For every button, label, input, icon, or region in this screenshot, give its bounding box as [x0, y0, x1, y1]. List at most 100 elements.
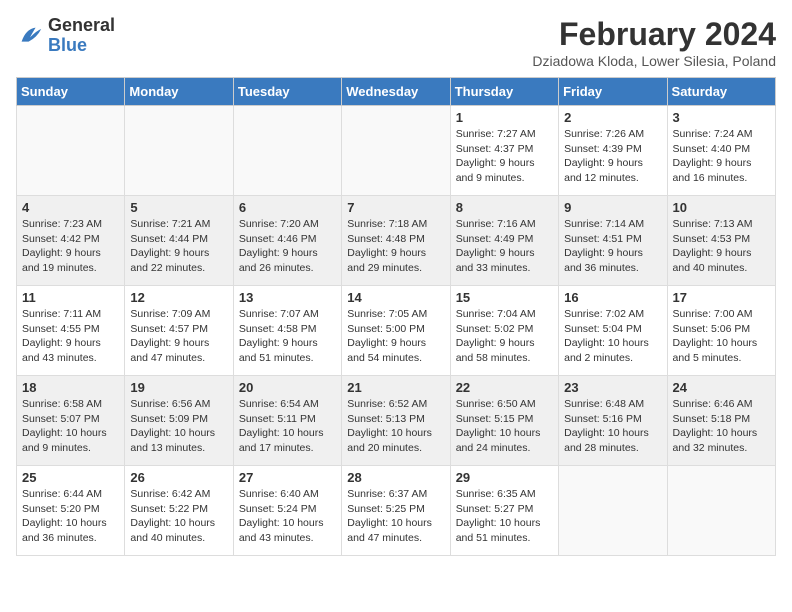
calendar-cell: 21 Sunrise: 6:52 AM Sunset: 5:13 PM Dayli… — [342, 376, 450, 466]
day-number: 24 — [673, 380, 770, 395]
day-number: 13 — [239, 290, 336, 305]
day-number: 8 — [456, 200, 553, 215]
day-number: 20 — [239, 380, 336, 395]
day-info: Sunrise: 6:52 AM Sunset: 5:13 PM Dayligh… — [347, 397, 444, 456]
logo-text: General Blue — [48, 16, 115, 56]
calendar-cell: 6 Sunrise: 7:20 AM Sunset: 4:46 PM Daylig… — [233, 196, 341, 286]
calendar-week-row: 25 Sunrise: 6:44 AM Sunset: 5:20 PM Dayli… — [17, 466, 776, 556]
weekday-header-wednesday: Wednesday — [342, 78, 450, 106]
day-info: Sunrise: 7:05 AM Sunset: 5:00 PM Dayligh… — [347, 307, 444, 366]
calendar-cell: 10Sunrise: 7:13 AM Sunset: 4:53 PM Dayli… — [667, 196, 775, 286]
page-header: General Blue February 2024 Dziadowa Klod… — [16, 16, 776, 69]
day-number: 26 — [130, 470, 227, 485]
day-info: Sunrise: 7:07 AM Sunset: 4:58 PM Dayligh… — [239, 307, 336, 366]
day-number: 1 — [456, 110, 553, 125]
calendar-cell: 22 Sunrise: 6:50 AM Sunset: 5:15 PM Dayli… — [450, 376, 558, 466]
weekday-header-tuesday: Tuesday — [233, 78, 341, 106]
calendar-week-row: 11Sunrise: 7:11 AM Sunset: 4:55 PM Dayli… — [17, 286, 776, 376]
month-year-title: February 2024 — [532, 16, 776, 53]
day-number: 27 — [239, 470, 336, 485]
day-number: 4 — [22, 200, 119, 215]
calendar-cell: 19 Sunrise: 6:56 AM Sunset: 5:09 PM Dayli… — [125, 376, 233, 466]
calendar-cell: 2 Sunrise: 7:26 AM Sunset: 4:39 PM Daylig… — [559, 106, 667, 196]
day-number: 10 — [673, 200, 770, 215]
day-info: Sunrise: 7:20 AM Sunset: 4:46 PM Dayligh… — [239, 217, 336, 276]
calendar-cell — [17, 106, 125, 196]
calendar-cell: 29 Sunrise: 6:35 AM Sunset: 5:27 PM Dayli… — [450, 466, 558, 556]
weekday-header-thursday: Thursday — [450, 78, 558, 106]
calendar-cell: 28Sunrise: 6:37 AM Sunset: 5:25 PM Dayli… — [342, 466, 450, 556]
calendar-cell: 18 Sunrise: 6:58 AM Sunset: 5:07 PM Dayli… — [17, 376, 125, 466]
weekday-header-saturday: Saturday — [667, 78, 775, 106]
day-number: 11 — [22, 290, 119, 305]
calendar-cell: 5 Sunrise: 7:21 AM Sunset: 4:44 PM Daylig… — [125, 196, 233, 286]
calendar-week-row: 18 Sunrise: 6:58 AM Sunset: 5:07 PM Dayli… — [17, 376, 776, 466]
calendar-cell — [342, 106, 450, 196]
day-number: 5 — [130, 200, 227, 215]
day-info: Sunrise: 7:26 AM Sunset: 4:39 PM Dayligh… — [564, 127, 661, 186]
day-number: 16 — [564, 290, 661, 305]
calendar-cell: 26Sunrise: 6:42 AM Sunset: 5:22 PM Dayli… — [125, 466, 233, 556]
calendar-cell: 3Sunrise: 7:24 AM Sunset: 4:40 PM Daylig… — [667, 106, 775, 196]
day-info: Sunrise: 7:00 AM Sunset: 5:06 PM Dayligh… — [673, 307, 770, 366]
day-info: Sunrise: 7:23 AM Sunset: 4:42 PM Dayligh… — [22, 217, 119, 276]
day-number: 25 — [22, 470, 119, 485]
calendar-cell: 8 Sunrise: 7:16 AM Sunset: 4:49 PM Daylig… — [450, 196, 558, 286]
day-number: 17 — [673, 290, 770, 305]
day-number: 3 — [673, 110, 770, 125]
day-info: Sunrise: 6:40 AM Sunset: 5:24 PM Dayligh… — [239, 487, 336, 546]
day-number: 22 — [456, 380, 553, 395]
day-info: Sunrise: 6:56 AM Sunset: 5:09 PM Dayligh… — [130, 397, 227, 456]
calendar-cell: 16 Sunrise: 7:02 AM Sunset: 5:04 PM Dayli… — [559, 286, 667, 376]
weekday-header-friday: Friday — [559, 78, 667, 106]
day-info: Sunrise: 6:44 AM Sunset: 5:20 PM Dayligh… — [22, 487, 119, 546]
day-info: Sunrise: 6:54 AM Sunset: 5:11 PM Dayligh… — [239, 397, 336, 456]
day-info: Sunrise: 6:35 AM Sunset: 5:27 PM Dayligh… — [456, 487, 553, 546]
day-info: Sunrise: 7:21 AM Sunset: 4:44 PM Dayligh… — [130, 217, 227, 276]
day-info: Sunrise: 7:04 AM Sunset: 5:02 PM Dayligh… — [456, 307, 553, 366]
day-info: Sunrise: 6:46 AM Sunset: 5:18 PM Dayligh… — [673, 397, 770, 456]
day-info: Sunrise: 7:02 AM Sunset: 5:04 PM Dayligh… — [564, 307, 661, 366]
day-number: 12 — [130, 290, 227, 305]
day-number: 23 — [564, 380, 661, 395]
calendar-table: SundayMondayTuesdayWednesdayThursdayFrid… — [16, 77, 776, 556]
day-info: Sunrise: 6:37 AM Sunset: 5:25 PM Dayligh… — [347, 487, 444, 546]
day-info: Sunrise: 7:16 AM Sunset: 4:49 PM Dayligh… — [456, 217, 553, 276]
day-info: Sunrise: 6:50 AM Sunset: 5:15 PM Dayligh… — [456, 397, 553, 456]
day-info: Sunrise: 6:48 AM Sunset: 5:16 PM Dayligh… — [564, 397, 661, 456]
calendar-cell: 9 Sunrise: 7:14 AM Sunset: 4:51 PM Daylig… — [559, 196, 667, 286]
calendar-cell: 12Sunrise: 7:09 AM Sunset: 4:57 PM Dayli… — [125, 286, 233, 376]
calendar-cell: 1 Sunrise: 7:27 AM Sunset: 4:37 PM Daylig… — [450, 106, 558, 196]
calendar-cell: 20 Sunrise: 6:54 AM Sunset: 5:11 PM Dayli… — [233, 376, 341, 466]
calendar-week-row: 1 Sunrise: 7:27 AM Sunset: 4:37 PM Daylig… — [17, 106, 776, 196]
calendar-cell: 24 Sunrise: 6:46 AM Sunset: 5:18 PM Dayli… — [667, 376, 775, 466]
calendar-cell: 13 Sunrise: 7:07 AM Sunset: 4:58 PM Dayli… — [233, 286, 341, 376]
day-info: Sunrise: 7:14 AM Sunset: 4:51 PM Dayligh… — [564, 217, 661, 276]
title-area: February 2024 Dziadowa Kloda, Lower Sile… — [532, 16, 776, 69]
calendar-cell — [233, 106, 341, 196]
calendar-cell: 11Sunrise: 7:11 AM Sunset: 4:55 PM Dayli… — [17, 286, 125, 376]
day-info: Sunrise: 7:27 AM Sunset: 4:37 PM Dayligh… — [456, 127, 553, 186]
calendar-cell — [667, 466, 775, 556]
day-number: 2 — [564, 110, 661, 125]
day-number: 21 — [347, 380, 444, 395]
day-number: 15 — [456, 290, 553, 305]
day-number: 9 — [564, 200, 661, 215]
weekday-header-sunday: Sunday — [17, 78, 125, 106]
logo-icon — [16, 22, 44, 50]
location-subtitle: Dziadowa Kloda, Lower Silesia, Poland — [532, 53, 776, 69]
calendar-cell: 27 Sunrise: 6:40 AM Sunset: 5:24 PM Dayli… — [233, 466, 341, 556]
logo: General Blue — [16, 16, 115, 56]
calendar-cell: 15 Sunrise: 7:04 AM Sunset: 5:02 PM Dayli… — [450, 286, 558, 376]
day-number: 29 — [456, 470, 553, 485]
calendar-header-row: SundayMondayTuesdayWednesdayThursdayFrid… — [17, 78, 776, 106]
day-number: 19 — [130, 380, 227, 395]
day-number: 18 — [22, 380, 119, 395]
calendar-cell: 7Sunrise: 7:18 AM Sunset: 4:48 PM Daylig… — [342, 196, 450, 286]
calendar-cell: 17 Sunrise: 7:00 AM Sunset: 5:06 PM Dayli… — [667, 286, 775, 376]
day-info: Sunrise: 7:18 AM Sunset: 4:48 PM Dayligh… — [347, 217, 444, 276]
calendar-cell: 23 Sunrise: 6:48 AM Sunset: 5:16 PM Dayli… — [559, 376, 667, 466]
day-number: 14 — [347, 290, 444, 305]
day-info: Sunrise: 6:58 AM Sunset: 5:07 PM Dayligh… — [22, 397, 119, 456]
day-number: 6 — [239, 200, 336, 215]
